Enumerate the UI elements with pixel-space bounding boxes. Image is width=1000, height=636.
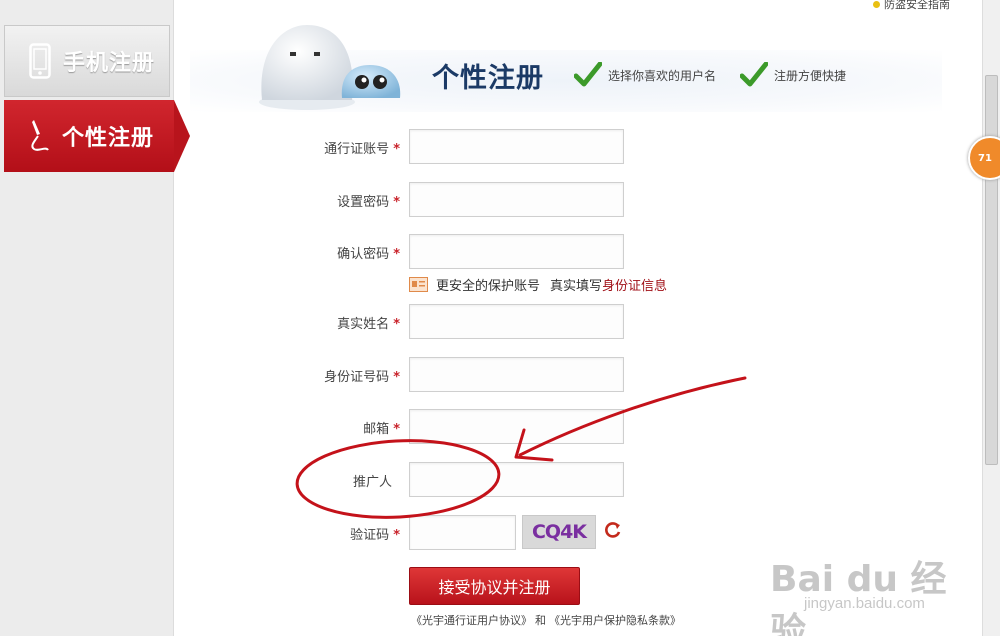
- id-info-link[interactable]: 身份证信息: [602, 275, 667, 294]
- account-field[interactable]: [409, 129, 624, 164]
- id-card-icon: [409, 277, 428, 292]
- feature-item: 注册方便快捷: [740, 62, 846, 88]
- feature-item: 选择你喜欢的用户名: [574, 62, 716, 88]
- id-tip-text: 更安全的保护账号: [436, 279, 541, 294]
- confirm-password-input[interactable]: [410, 235, 623, 268]
- agreement-conjunction: 和: [535, 614, 546, 627]
- agreements: 《光宇通行证用户协议》 和 《光宇用户保护隐私条款》: [411, 612, 681, 628]
- real-name-input[interactable]: [410, 305, 623, 338]
- refresh-icon[interactable]: [604, 520, 624, 542]
- required-mark: *: [393, 370, 400, 385]
- captcha-input[interactable]: [410, 516, 515, 549]
- captcha-field[interactable]: [409, 515, 516, 550]
- captcha-image[interactable]: CQ4K: [522, 515, 596, 549]
- id-tip-prefix: 真实填写: [550, 279, 603, 294]
- mobile-phone-icon: [25, 41, 55, 81]
- floating-badge[interactable]: 71: [968, 136, 1000, 180]
- watermark-url: jingyan.baidu.com: [804, 595, 925, 612]
- security-guide-link[interactable]: 防盗安全指南: [873, 0, 950, 12]
- page-title: 个性注册: [432, 63, 544, 94]
- id-number-field[interactable]: [409, 357, 624, 392]
- tab-custom-register[interactable]: 个性注册: [4, 100, 190, 172]
- form-label-account: 通行证账号 *: [324, 142, 400, 157]
- required-mark: *: [393, 528, 400, 543]
- email-field[interactable]: [409, 409, 624, 444]
- form-label-email: 邮箱 *: [363, 422, 400, 437]
- form-label-confirm-password: 确认密码 *: [337, 247, 400, 262]
- required-mark: *: [393, 195, 400, 210]
- pen-icon: [24, 116, 54, 156]
- baidu-jingyan-watermark: Bai du 经验 jingyan.baidu.com: [756, 545, 966, 636]
- password-input[interactable]: [410, 183, 623, 216]
- security-guide-label: 防盗安全指南: [884, 0, 950, 11]
- referrer-input[interactable]: [410, 463, 623, 496]
- real-name-field[interactable]: [409, 304, 624, 339]
- id-info-tip: 更安全的保护账号 真实填写 身份证信息: [409, 275, 667, 294]
- privacy-terms-link[interactable]: 《光宇用户保护隐私条款》: [549, 612, 681, 628]
- form-label-real-name: 真实姓名 *: [337, 317, 400, 332]
- email-input[interactable]: [410, 410, 623, 443]
- feature-label: 注册方便快捷: [774, 68, 847, 83]
- user-agreement-link[interactable]: 《光宇通行证用户协议》: [411, 612, 532, 628]
- form-label-referrer: 推广人: [352, 475, 392, 490]
- required-mark: *: [393, 422, 400, 437]
- account-input[interactable]: [410, 130, 623, 163]
- submit-button[interactable]: 接受协议并注册: [409, 567, 580, 605]
- scrollbar-thumb[interactable]: [985, 75, 998, 465]
- checkmark-icon: [740, 62, 768, 87]
- password-field[interactable]: [409, 182, 624, 217]
- feature-label: 选择你喜欢的用户名: [608, 68, 717, 83]
- required-mark: *: [393, 317, 400, 332]
- confirm-password-field[interactable]: [409, 234, 624, 269]
- vertical-scrollbar[interactable]: [982, 0, 1000, 636]
- bullet-icon: [873, 0, 880, 8]
- required-mark: *: [393, 142, 400, 157]
- watermark-logo: Bai du 经验: [770, 559, 947, 636]
- sidebar: 手机注册 个性注册: [0, 0, 190, 636]
- mascot-icon: [259, 25, 401, 110]
- tab-custom-label: 个性注册: [62, 126, 155, 151]
- form-label-password: 设置密码 *: [337, 195, 400, 210]
- form-label-id-number: 身份证号码 *: [324, 370, 400, 385]
- form-label-captcha: 验证码 *: [350, 528, 400, 543]
- tab-mobile-label: 手机注册: [63, 51, 156, 76]
- checkmark-icon: [574, 62, 602, 87]
- id-number-input[interactable]: [410, 358, 623, 391]
- required-mark: *: [393, 247, 400, 262]
- referrer-field[interactable]: [409, 462, 624, 497]
- tab-mobile-register[interactable]: 手机注册: [4, 25, 170, 97]
